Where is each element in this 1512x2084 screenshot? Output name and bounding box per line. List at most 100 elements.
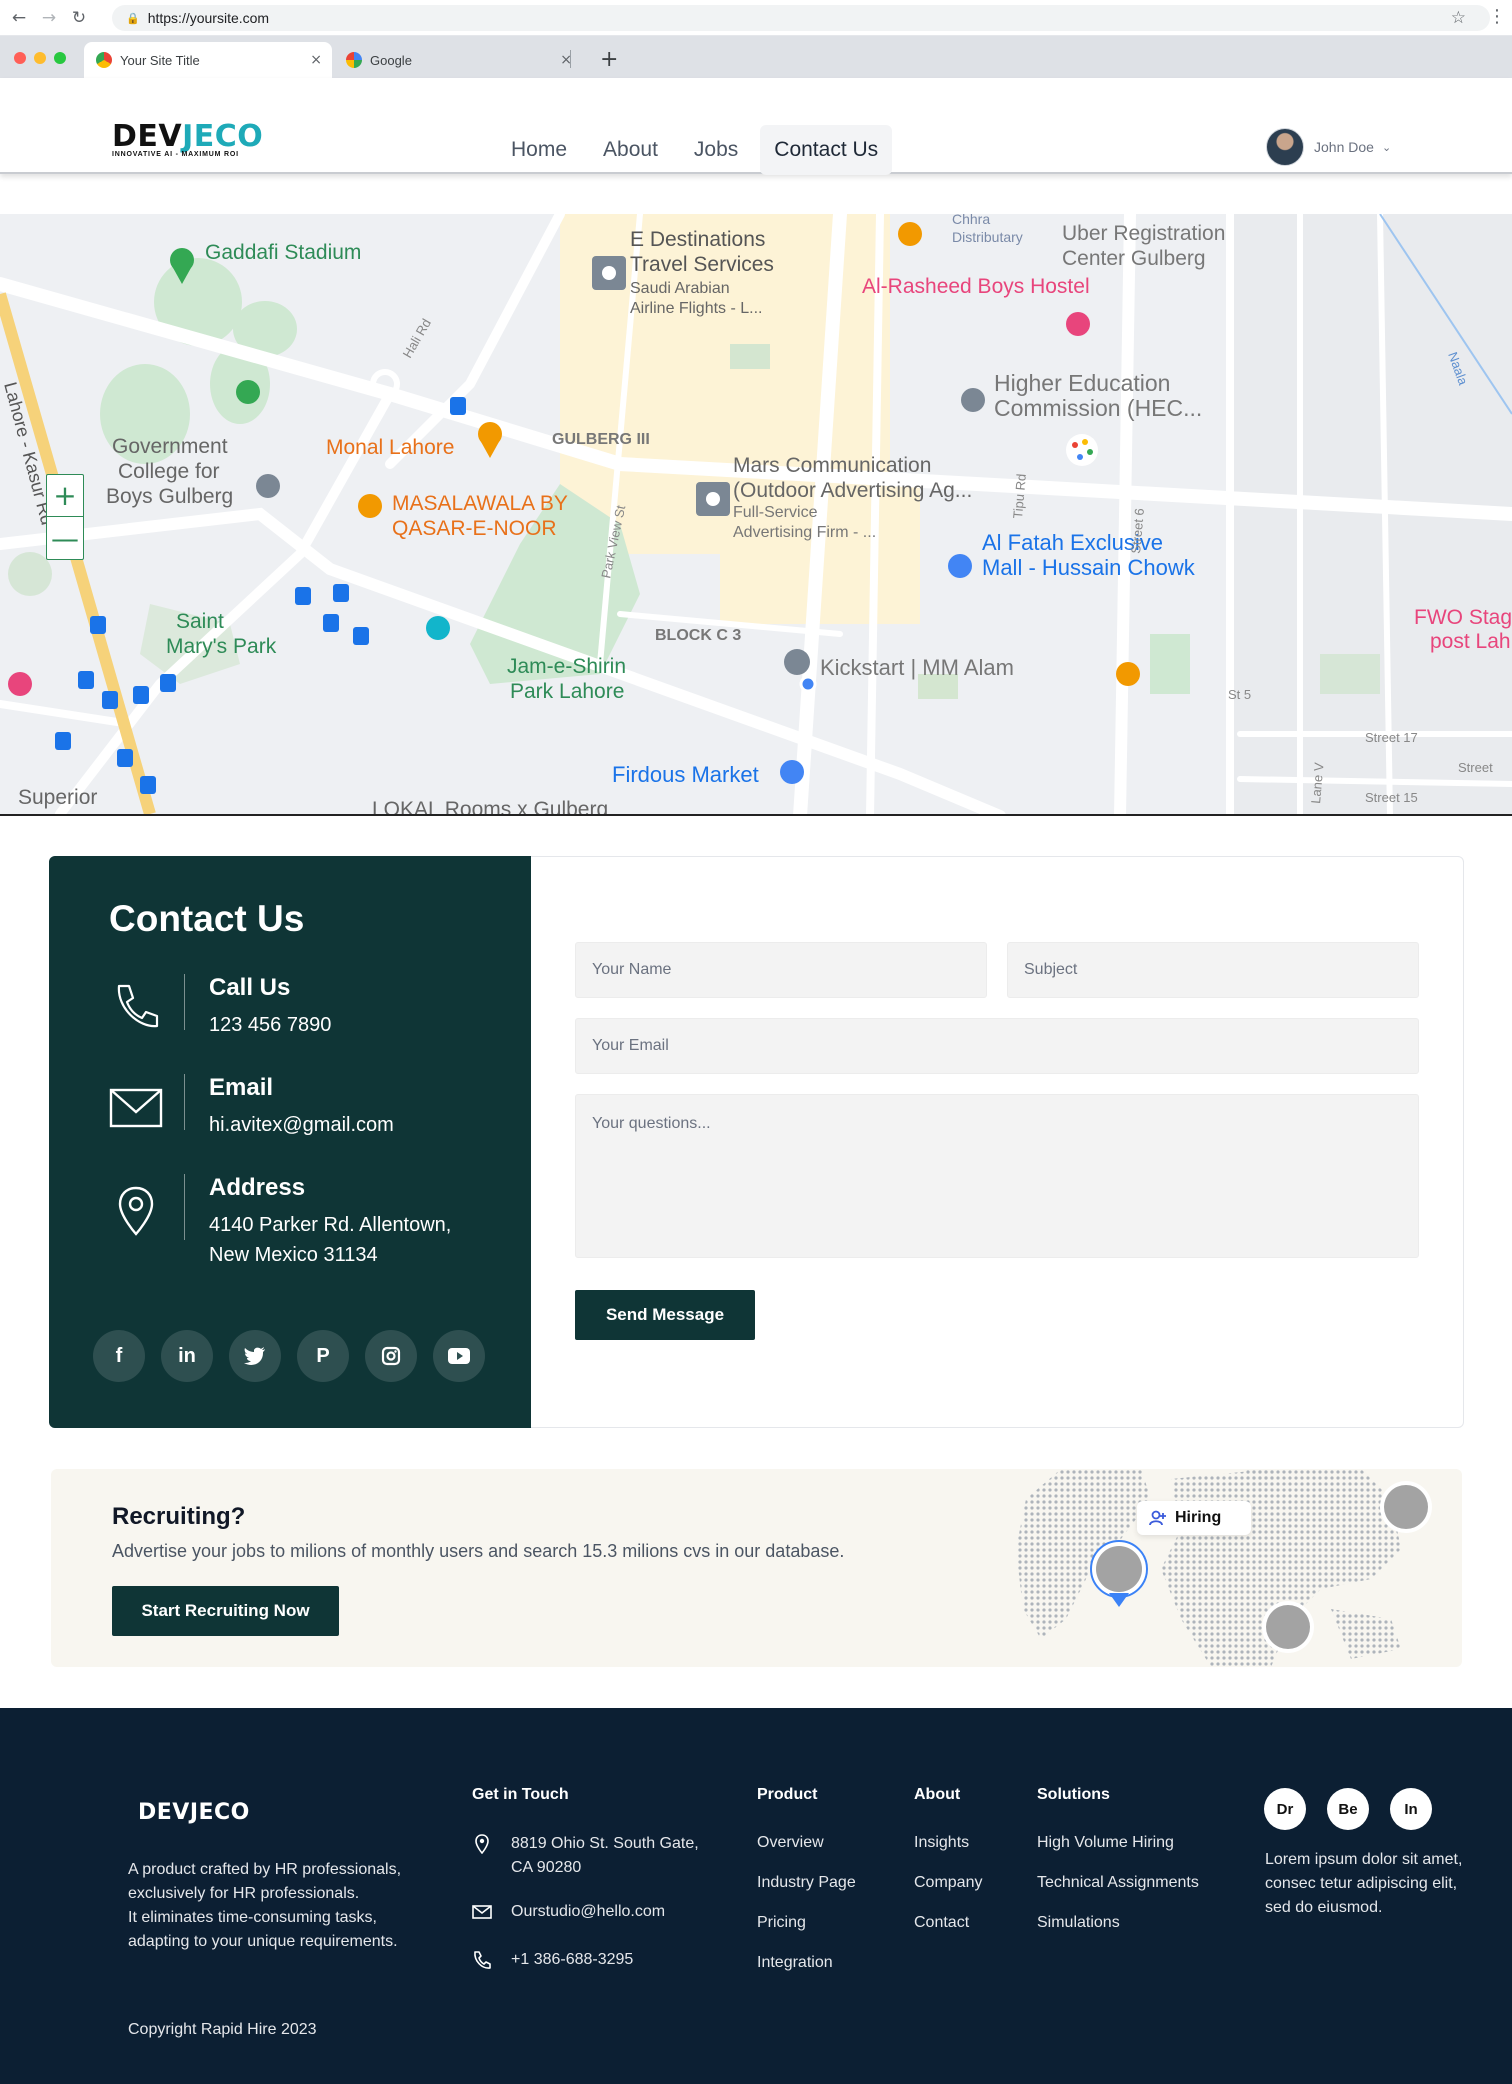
mail-icon	[472, 1905, 492, 1919]
map[interactable]: Gaddafi Stadium E Destinations Travel Se…	[0, 214, 1512, 816]
recruiting-banner: Recruiting? Advertise your jobs to milio…	[51, 1469, 1462, 1667]
world-map-illustration	[1016, 1469, 1432, 1667]
linkedin-icon[interactable]: in	[161, 1330, 213, 1382]
maximize-window-dot[interactable]	[54, 52, 66, 64]
svg-text:Mary's Park: Mary's Park	[166, 635, 277, 658]
svg-text:Distributary: Distributary	[952, 229, 1023, 245]
zoom-in-button[interactable]: +	[47, 475, 83, 517]
chrome-favicon-icon	[96, 52, 112, 68]
user-menu[interactable]: John Doe ⌄	[1266, 128, 1391, 166]
address-bar[interactable]: 🔒 https://yoursite.com ☆	[112, 5, 1490, 31]
questions-textarea[interactable]: Your questions...	[575, 1094, 1419, 1258]
instagram-icon[interactable]	[365, 1330, 417, 1382]
svg-text:Mars Communication: Mars Communication	[733, 454, 931, 477]
svg-text:Mall - Hussain Chowk: Mall - Hussain Chowk	[982, 555, 1196, 580]
svg-text:Full-Service: Full-Service	[733, 504, 818, 521]
new-tab-icon[interactable]: +	[600, 47, 618, 72]
phone-icon	[117, 984, 159, 1028]
name-input[interactable]: Your Name	[575, 942, 987, 998]
svg-text:BLOCK C 3: BLOCK C 3	[655, 627, 741, 644]
svg-text:St 5: St 5	[1228, 687, 1251, 702]
url-text[interactable]: https://yoursite.com	[148, 10, 269, 26]
zoom-out-button[interactable]: —	[47, 517, 83, 559]
youtube-icon[interactable]	[433, 1330, 485, 1382]
footer-heading-product: Product	[757, 1786, 818, 1803]
nav-jobs[interactable]: Jobs	[680, 125, 752, 175]
facebook-icon[interactable]: f	[93, 1330, 145, 1382]
close-window-dot[interactable]	[14, 52, 26, 64]
divider	[184, 1074, 185, 1130]
forward-icon[interactable]: →	[38, 7, 60, 29]
svg-text:MASALAWALA BY: MASALAWALA BY	[392, 492, 568, 515]
footer-link-company[interactable]: Company	[914, 1874, 982, 1892]
svg-text:Saint: Saint	[176, 610, 224, 633]
nav-about[interactable]: About	[589, 125, 672, 175]
location-pin-icon	[118, 1186, 154, 1236]
call-value[interactable]: 123 456 7890	[209, 1010, 331, 1040]
footer-link-industry-page[interactable]: Industry Page	[757, 1874, 856, 1892]
instagram-glyph-icon	[381, 1346, 401, 1366]
footer-heading-about: About	[914, 1786, 961, 1803]
divider	[184, 974, 185, 1030]
svg-text:Street: Street	[1458, 760, 1493, 775]
footer-link-overview[interactable]: Overview	[757, 1834, 824, 1852]
close-tab-icon[interactable]: ×	[310, 52, 322, 68]
email-input[interactable]: Your Email	[575, 1018, 1419, 1074]
footer-logo[interactable]: DEVJECO	[138, 1800, 250, 1825]
svg-text:LOKAL Rooms x Gulberg: LOKAL Rooms x Gulberg	[372, 798, 608, 816]
svg-text:Commission (HEC...: Commission (HEC...	[994, 395, 1202, 421]
footer-link-integration[interactable]: Integration	[757, 1954, 833, 1972]
browser-tab[interactable]: Google ×	[334, 42, 582, 78]
footer-link-technical-assignments[interactable]: Technical Assignments	[1037, 1874, 1199, 1892]
back-icon[interactable]: ←	[8, 7, 30, 29]
footer-email-link[interactable]: Ourstudio@hello.com	[511, 1900, 665, 1924]
bookmark-star-icon[interactable]: ☆	[1451, 5, 1466, 31]
linkedin-icon[interactable]: In	[1390, 1788, 1432, 1830]
svg-text:Tipu Rd: Tipu Rd	[1010, 473, 1029, 519]
avatar[interactable]	[1266, 128, 1304, 166]
twitter-bird-icon	[244, 1347, 265, 1365]
hiring-label: Hiring	[1175, 1509, 1222, 1526]
pinterest-icon[interactable]: P	[297, 1330, 349, 1382]
footer-link-pricing[interactable]: Pricing	[757, 1914, 806, 1932]
svg-text:Street 17: Street 17	[1365, 730, 1418, 745]
svg-text:FWO Stag: FWO Stag	[1414, 606, 1512, 629]
phone-icon	[474, 1951, 491, 1969]
start-recruiting-button[interactable]: Start Recruiting Now	[112, 1586, 339, 1636]
subject-input[interactable]: Subject	[1007, 942, 1419, 998]
site-header: DEVJECO INNOVATIVE AI - MAXIMUM ROI Home…	[0, 78, 1512, 175]
map-canvas[interactable]: Gaddafi Stadium E Destinations Travel Se…	[0, 214, 1512, 816]
browser-toolbar: ← → ↻ 🔒 https://yoursite.com ☆ ⋮	[0, 0, 1512, 36]
nav-home[interactable]: Home	[497, 125, 581, 175]
address-line-2: New Mexico 31134	[209, 1244, 378, 1266]
chevron-down-icon[interactable]: ⌄	[1382, 141, 1391, 154]
nav-contact-us[interactable]: Contact Us	[760, 125, 893, 175]
user-name[interactable]: John Doe	[1314, 139, 1374, 155]
svg-text:(Outdoor Advertising Ag...: (Outdoor Advertising Ag...	[733, 479, 972, 502]
svg-text:Jam-e-Shirin: Jam-e-Shirin	[507, 655, 626, 678]
footer-description: A product crafted by HR professionals, e…	[128, 1858, 438, 1954]
footer-link-high-volume-hiring[interactable]: High Volume Hiring	[1037, 1834, 1174, 1852]
svg-text:Government: Government	[112, 435, 228, 458]
twitter-icon[interactable]	[229, 1330, 281, 1382]
svg-text:Firdous Market: Firdous Market	[612, 762, 759, 787]
footer-link-simulations[interactable]: Simulations	[1037, 1914, 1120, 1932]
browser-menu-icon[interactable]: ⋮	[1488, 6, 1506, 27]
behance-icon[interactable]: Be	[1327, 1788, 1369, 1830]
footer-phone-link[interactable]: +1 386-688-3295	[511, 1948, 633, 1972]
send-message-button[interactable]: Send Message	[575, 1290, 755, 1340]
browser-tab-active[interactable]: Your Site Title ×	[84, 42, 332, 78]
tab-strip: Your Site Title × Google ×	[0, 36, 1512, 78]
minimize-window-dot[interactable]	[34, 52, 46, 64]
reload-icon[interactable]: ↻	[68, 7, 90, 29]
site-logo[interactable]: DEVJECO INNOVATIVE AI - MAXIMUM ROI	[112, 122, 263, 159]
footer-link-insights[interactable]: Insights	[914, 1834, 969, 1852]
logo-text-accent: JECO	[182, 119, 264, 154]
map-zoom-controls: + —	[46, 474, 84, 560]
dribbble-icon[interactable]: Dr	[1264, 1788, 1306, 1830]
email-value[interactable]: hi.avitex@gmail.com	[209, 1110, 394, 1140]
contact-info-panel: Contact Us Call Us 123 456 7890 Email hi…	[49, 856, 531, 1428]
footer-description-line: adapting to your unique requirements.	[128, 1933, 398, 1950]
recruiting-title: Recruiting?	[112, 1503, 246, 1530]
footer-link-contact[interactable]: Contact	[914, 1914, 969, 1932]
